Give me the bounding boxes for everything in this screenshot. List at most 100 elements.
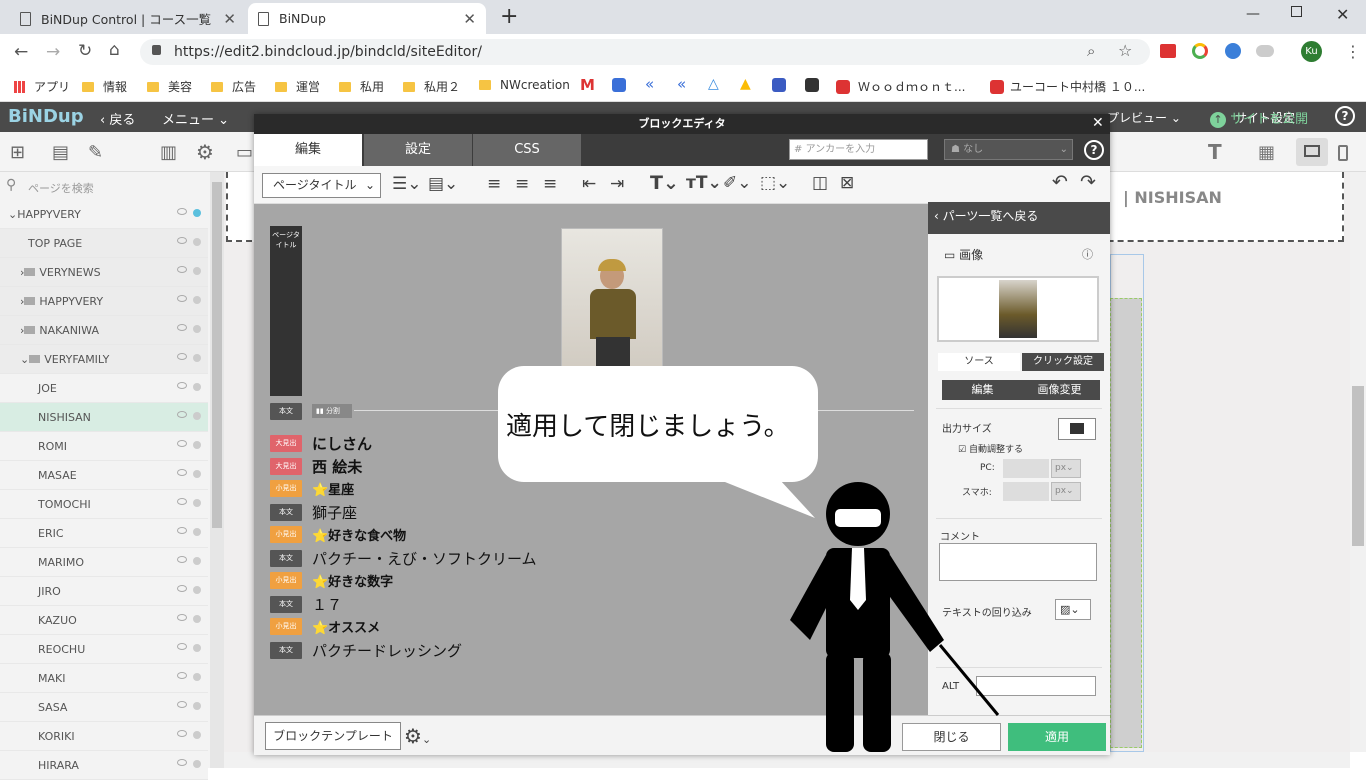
drive-icon[interactable]: △ — [708, 76, 719, 92]
visibility-icon[interactable] — [177, 208, 187, 215]
browser-tab-bindup[interactable]: BiNDup ✕ — [248, 3, 486, 34]
visibility-icon[interactable] — [177, 411, 187, 418]
gmail-icon[interactable]: M — [580, 76, 595, 94]
tab-css[interactable]: CSS — [473, 134, 581, 166]
undo-icon[interactable]: ↶ — [1052, 171, 1068, 193]
clear-format-icon[interactable]: ⊠ — [840, 173, 854, 193]
sidebar-item[interactable]: MARIMO — [0, 548, 208, 577]
visibility-icon[interactable] — [177, 266, 187, 273]
page-scrollbar[interactable] — [1350, 172, 1366, 752]
extension-icon[interactable] — [1160, 44, 1176, 58]
preview-button[interactable]: プレビュー ⌄ — [1107, 109, 1181, 126]
sidebar-item[interactable]: KORIKI — [0, 722, 208, 751]
visibility-icon[interactable] — [177, 353, 187, 360]
chrome-icon[interactable] — [1192, 43, 1208, 59]
gear-icon[interactable]: ⚙ — [196, 140, 214, 164]
sidebar-item[interactable]: ⌄ HAPPYVERY — [0, 200, 208, 229]
style-select[interactable]: ページタイトル ⌄ — [262, 173, 381, 198]
sidebar-item[interactable]: ERIC — [0, 519, 208, 548]
output-size-button[interactable] — [1058, 418, 1096, 440]
body-tag-row[interactable]: 本文 — [270, 403, 302, 420]
content-row[interactable]: 小見出 ⭐好きな食べ物 — [270, 525, 406, 544]
content-row[interactable]: 本文 獅子座 — [270, 502, 357, 523]
minimize-button[interactable]: — — [1246, 6, 1260, 22]
bookmark-folder[interactable]: NWcreation — [479, 78, 570, 92]
visibility-icon[interactable] — [177, 701, 187, 708]
bookmark-folder[interactable]: 広告 — [211, 78, 256, 95]
sidebar-item[interactable]: JIRO — [0, 577, 208, 606]
analytics-icon[interactable]: ▥ — [160, 142, 177, 163]
content-row[interactable]: 小見出 ⭐好きな数字 — [270, 571, 393, 590]
forward-arrow-icon[interactable]: → — [46, 42, 60, 62]
new-tab-button[interactable]: + — [500, 4, 518, 29]
home-icon[interactable]: ⌂ — [109, 40, 120, 60]
text-style-icon[interactable]: T — [1208, 140, 1222, 164]
page-search-input[interactable]: ⚲ ページを検索 — [0, 176, 208, 198]
address-bar[interactable]: https://edit2.bindcloud.jp/bindcld/siteE… — [140, 39, 1150, 65]
browser-tab-control[interactable]: BiNDup Control | コース一覧 ✕ — [10, 3, 246, 34]
sidebar-item[interactable]: REOCHU — [0, 635, 208, 664]
bookmark-icon[interactable] — [772, 78, 786, 92]
sidebar-scrollbar[interactable] — [210, 172, 224, 768]
sidebar-item[interactable]: TOP PAGE — [0, 229, 208, 258]
sidebar-item[interactable]: NISHISAN — [0, 403, 208, 432]
content-row[interactable]: 大見出西 絵未 — [270, 456, 362, 477]
help-icon[interactable]: ? — [1084, 140, 1104, 160]
columns-icon[interactable]: ◫ — [812, 173, 828, 193]
visibility-icon[interactable] — [177, 759, 187, 766]
visibility-icon[interactable] — [177, 469, 187, 476]
list-icon[interactable]: ☰⌄ — [392, 174, 421, 194]
phone-view-icon[interactable] — [1338, 145, 1348, 161]
font-size-icon[interactable]: ᴛT⌄ — [686, 173, 722, 193]
tab-edit[interactable]: 編集 — [254, 134, 362, 166]
bookmark-folder[interactable]: 運営 — [275, 78, 320, 95]
block-template-button[interactable]: ブロックテンプレート — [265, 722, 401, 750]
content-row[interactable]: 本文 １７ — [270, 594, 342, 615]
bookmark-icon[interactable] — [805, 78, 819, 92]
phone-unit-select[interactable]: px⌄ — [1051, 482, 1081, 501]
avatar[interactable]: Ku — [1301, 41, 1322, 62]
sidebar-item[interactable]: KAZUO — [0, 606, 208, 635]
bookmark-folder[interactable]: 美容 — [147, 78, 192, 95]
indent-icon[interactable]: ⇥ — [610, 174, 624, 194]
text-box-icon[interactable]: ⬚⌄ — [760, 173, 790, 193]
extension-icon[interactable] — [1225, 43, 1241, 59]
content-row[interactable]: 小見出 ⭐オススメ — [270, 617, 380, 636]
gear-icon[interactable]: ⚙⌄ — [404, 724, 431, 748]
text-wrap-select[interactable]: ▨⌄ — [1055, 599, 1091, 620]
sidebar-item[interactable]: TOMOCHI — [0, 490, 208, 519]
visibility-icon[interactable] — [177, 382, 187, 389]
visibility-icon[interactable] — [177, 643, 187, 650]
dialog-close-icon[interactable]: ✕ — [1092, 115, 1104, 131]
bookmark-icon[interactable]: « — [677, 75, 686, 93]
tab-click-settings[interactable]: クリック設定 — [1022, 353, 1104, 371]
visibility-icon[interactable] — [177, 730, 187, 737]
text-size-icon[interactable]: T⌄ — [650, 172, 679, 194]
align-left-icon[interactable]: ≡ — [487, 174, 501, 194]
sidebar-item[interactable]: › NAKANIWA — [0, 316, 208, 345]
visibility-icon[interactable] — [177, 237, 187, 244]
chevron-icon[interactable]: › — [0, 266, 24, 279]
restore-button[interactable] — [1291, 6, 1302, 17]
eyedropper-icon[interactable]: ✐⌄ — [723, 173, 752, 193]
add-page-icon[interactable]: ⊞ — [10, 142, 25, 163]
tab-settings[interactable]: 設定 — [364, 134, 472, 166]
help-icon[interactable]: ? — [1335, 106, 1355, 126]
sidebar-item[interactable]: JOE — [0, 374, 208, 403]
bookmark-woodmont[interactable]: Ｗｏｏｄｍｏｎｔ... — [836, 78, 965, 95]
visibility-icon[interactable] — [177, 556, 187, 563]
visibility-icon[interactable] — [177, 324, 187, 331]
layout-icon[interactable]: ▦ — [1258, 142, 1275, 163]
page-icon[interactable]: ▤ — [52, 142, 69, 163]
bookmark-icon[interactable] — [612, 78, 626, 92]
sidebar-item[interactable]: MAKI — [0, 664, 208, 693]
block-list-icon[interactable]: ▤⌄ — [428, 174, 458, 194]
anchor-select[interactable]: ☗ なし ⌄ — [944, 139, 1073, 160]
bookmark-folder[interactable]: 私用２ — [403, 78, 460, 95]
cloud-icon[interactable] — [1256, 45, 1274, 57]
visibility-icon[interactable] — [177, 527, 187, 534]
sidebar-item[interactable]: MASAE — [0, 461, 208, 490]
back-to-parts-button[interactable]: ‹ パーツ一覧へ戻る — [928, 202, 1110, 234]
ads-icon[interactable]: ▲ — [740, 76, 751, 92]
align-center-icon[interactable]: ≡ — [515, 174, 529, 194]
